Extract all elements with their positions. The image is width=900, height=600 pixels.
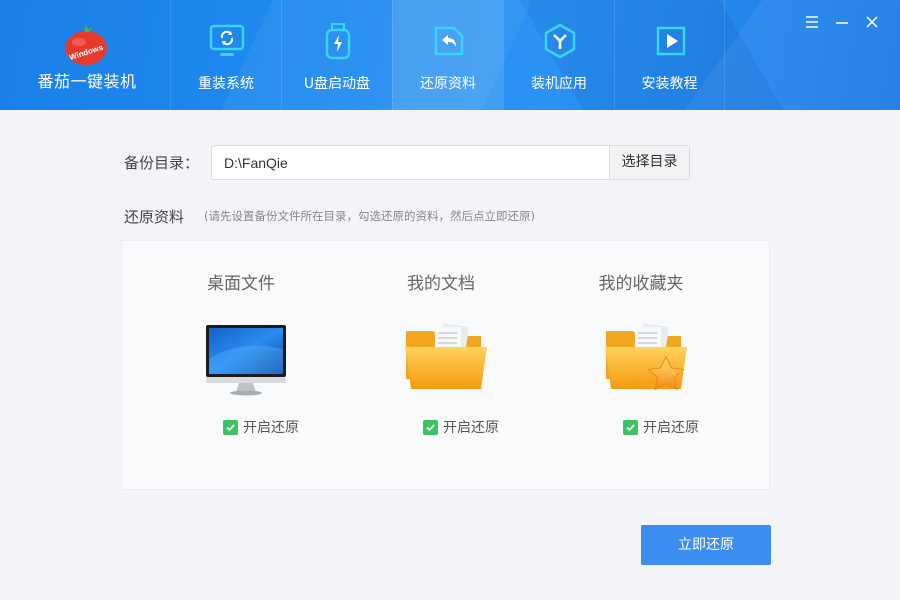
restore-now-button[interactable]: 立即还原 bbox=[641, 525, 771, 565]
monitor-refresh-icon bbox=[209, 24, 245, 56]
nav-item-install-apps[interactable]: 装机应用 bbox=[503, 0, 614, 110]
restore-options-panel: 桌面文件 开启还原 我的文档 开启还原 我的收藏夹 开启还原 bbox=[121, 240, 770, 490]
nav-label: U盘启动盘 bbox=[303, 76, 371, 92]
nav-item-reinstall-system[interactable]: 重装系统 bbox=[170, 0, 281, 110]
nav-item-usb-boot[interactable]: U盘启动盘 bbox=[281, 0, 392, 110]
restore-card-desktop: 桌面文件 开启还原 bbox=[141, 241, 341, 491]
checkbox-checked[interactable] bbox=[623, 419, 638, 435]
nav-label: 装机应用 bbox=[531, 76, 587, 92]
tomato-logo-icon: Windows bbox=[65, 24, 107, 65]
checkbox-checked[interactable] bbox=[423, 419, 438, 435]
nav-item-tutorial[interactable]: 安装教程 bbox=[614, 0, 725, 110]
restore-section-title: 还原资料 bbox=[124, 208, 185, 226]
nav-item-restore-data[interactable]: 还原资料 bbox=[392, 0, 503, 110]
app-title: 番茄一键装机 bbox=[37, 72, 137, 91]
restore-toggle-desktop[interactable]: 开启还原 bbox=[223, 417, 299, 437]
card-title: 我的文档 bbox=[407, 274, 475, 294]
desktop-computer-icon bbox=[206, 325, 286, 396]
restore-toggle-documents[interactable]: 开启还原 bbox=[423, 417, 499, 437]
favorites-folder-icon bbox=[605, 323, 687, 391]
nav-label: 还原资料 bbox=[420, 76, 476, 92]
nav-label: 安装教程 bbox=[641, 76, 698, 92]
checkmark-icon bbox=[426, 423, 435, 431]
app-logo: Windows 番茄一键装机 bbox=[22, 18, 152, 98]
folder-icon bbox=[405, 323, 487, 389]
choose-dir-button[interactable]: 选择目录 bbox=[609, 146, 689, 179]
card-title: 桌面文件 bbox=[207, 274, 275, 294]
backup-dir-input[interactable] bbox=[212, 146, 610, 179]
checkmark-icon bbox=[626, 423, 635, 431]
backup-dir-label: 备份目录： bbox=[124, 154, 200, 172]
checkbox-checked[interactable] bbox=[223, 419, 238, 435]
check-label: 开启还原 bbox=[643, 420, 699, 436]
nav-label: 重装系统 bbox=[198, 76, 254, 92]
restore-hint: (请先设置备份文件所在目录，勾选还原的资料，然后点立即还原) bbox=[204, 209, 535, 223]
backup-dir-field: 选择目录 bbox=[211, 145, 690, 180]
main-nav: 重装系统 U盘启动盘 还原资料 装机应用 安装教程 bbox=[170, 0, 725, 110]
app-hexagon-icon bbox=[544, 23, 576, 59]
check-label: 开启还原 bbox=[243, 420, 299, 436]
checkmark-icon bbox=[226, 423, 235, 431]
check-label: 开启还原 bbox=[443, 420, 499, 436]
close-icon[interactable] bbox=[863, 13, 881, 31]
restore-toggle-favorites[interactable]: 开启还原 bbox=[623, 417, 699, 437]
video-tutorial-icon bbox=[656, 26, 686, 56]
restore-card-favorites: 我的收藏夹 开启还原 bbox=[541, 241, 741, 491]
minimize-icon[interactable] bbox=[833, 13, 851, 31]
header-bar: Windows 番茄一键装机 重装系统 U盘启动盘 还原资料 装机应用 安装教程 bbox=[0, 0, 900, 110]
restore-file-icon bbox=[434, 26, 464, 56]
card-title: 我的收藏夹 bbox=[598, 274, 684, 294]
usb-drive-icon bbox=[325, 23, 351, 60]
restore-card-documents: 我的文档 开启还原 bbox=[341, 241, 541, 491]
menu-icon[interactable] bbox=[803, 13, 821, 31]
